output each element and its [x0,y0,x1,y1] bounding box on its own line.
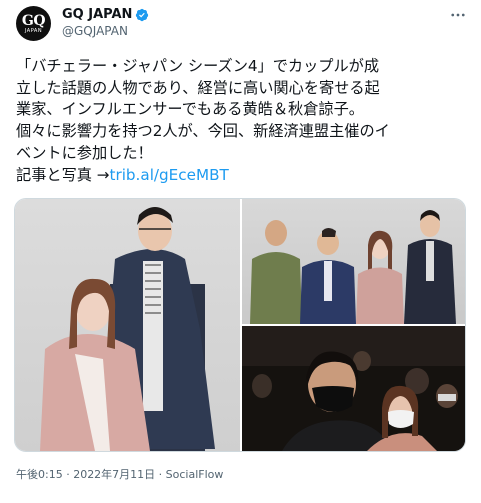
tweet-text: 「バチェラー・ジャパン シーズン4」でカップルが成 立した話題の人物であり、経営… [16,56,471,186]
photo-group-illustration [250,210,456,324]
photo-group-four[interactable] [242,199,465,324]
tweet-link-line: 記事と写真 →trib.al/gEceMBT [16,165,471,187]
handle[interactable]: @GQJAPAN [62,24,128,38]
tweet-text-line: 業家、インフルエンサーでもある黄皓＆秋倉諒子。 [16,100,364,119]
verified-badge-icon [136,8,149,21]
tweet: GQ JAPAN GQ JAPAN @GQJAPAN 「バチェラー・ジャパン シ… [0,0,481,503]
photo-couple-portrait[interactable] [15,199,240,451]
tweet-text-line: 立した話題の人物であり、経営に高い関心を寄せる起 [16,78,380,97]
photo-event-illustration [242,326,465,451]
article-link[interactable]: trib.al/gEceMBT [110,166,229,184]
avatar[interactable]: GQ JAPAN [16,6,51,41]
photo-event-audience[interactable] [242,326,465,451]
tweet-text-line: 「バチェラー・ジャパン シーズン4」でカップルが成 [16,57,380,75]
display-name[interactable]: GQ JAPAN [62,7,132,22]
tweet-text-line: ベントに参加した！ [16,143,153,162]
author-name-row: GQ JAPAN [62,7,149,22]
tweet-meta[interactable]: 午後0:15 · 2022年7月11日 · SocialFlow [16,466,223,482]
photo-couple-illustration [40,207,215,451]
avatar-logo-sub: JAPAN [24,27,43,34]
avatar-logo: GQ [21,12,46,29]
media-grid [14,198,466,452]
more-options-icon[interactable] [449,6,467,24]
tweet-text-line: 個々に影響力を持つ2人が、今回、新経済連盟主催のイ [16,122,390,141]
link-prefix: 記事と写真 → [16,165,110,184]
